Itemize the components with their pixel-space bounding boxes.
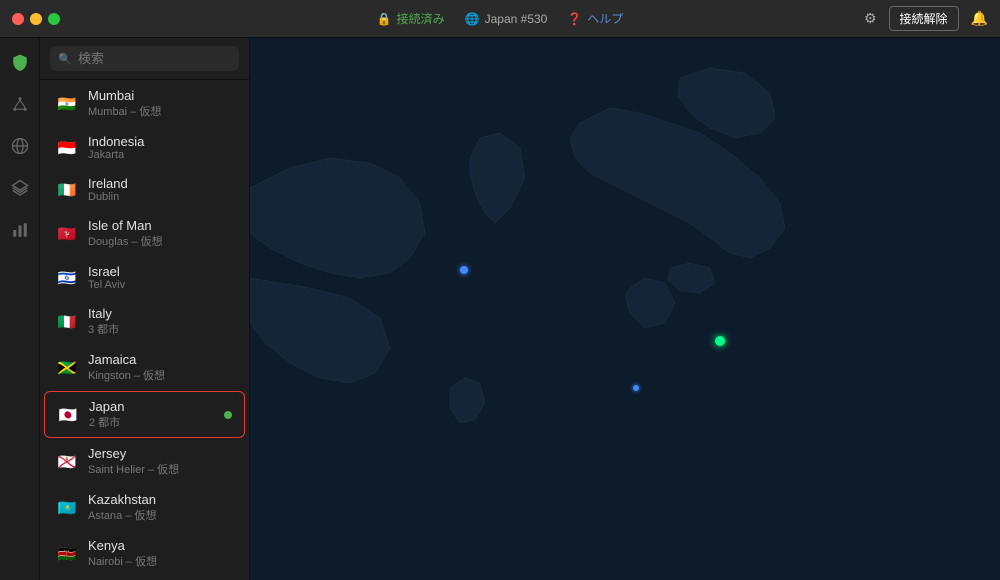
search-bar: [40, 38, 249, 80]
country-item[interactable]: 🇯🇲 Jamaica Kingston – 仮想: [44, 345, 245, 390]
country-sub: Tel Aviv: [88, 279, 233, 291]
map-dot-korea: [460, 266, 468, 274]
country-name: Indonesia: [88, 134, 233, 149]
country-flag: 🇮🇩: [56, 137, 78, 159]
country-info: Japan 2 都市: [89, 399, 214, 430]
sidebar-icons: [0, 38, 40, 580]
country-name: Jersey: [88, 446, 233, 461]
country-item[interactable]: 🇮🇹 Italy 3 都市: [44, 299, 245, 344]
disconnect-button[interactable]: 接続解除: [889, 6, 959, 31]
help-icon: ❓: [567, 12, 582, 26]
country-flag: 🇯🇪: [56, 451, 78, 473]
bell-icon[interactable]: 🔔: [971, 10, 988, 27]
country-name: Israel: [88, 264, 233, 279]
country-flag: 🇯🇲: [56, 357, 78, 379]
country-item[interactable]: 🇮🇩 Indonesia Jakarta: [44, 127, 245, 168]
country-panel: 🇮🇳 Mumbai Mumbai – 仮想 🇮🇩 Indonesia Jakar…: [40, 38, 250, 580]
sidebar-icon-network[interactable]: [6, 90, 34, 118]
country-sub: 2 都市: [89, 414, 214, 430]
country-name: Mumbai: [88, 88, 233, 103]
country-item[interactable]: 🇮🇳 Mumbai Mumbai – 仮想: [44, 81, 245, 126]
minimize-button[interactable]: [30, 13, 42, 25]
connection-status: 🔒 接続済み: [377, 10, 445, 27]
country-flag: 🇮🇹: [56, 311, 78, 333]
connection-status-label: 接続済み: [397, 10, 445, 27]
country-item[interactable]: 🇯🇪 Jersey Saint Helier – 仮想: [44, 439, 245, 484]
country-sub: Douglas – 仮想: [88, 233, 233, 249]
country-flag: 🇰🇪: [56, 543, 78, 565]
sidebar-icon-globe[interactable]: [6, 132, 34, 160]
map-dot-japan-south: [633, 385, 639, 391]
search-wrapper: [50, 46, 239, 71]
country-sub: Jakarta: [88, 149, 233, 161]
map-area: [250, 38, 1000, 580]
sidebar-icon-layers[interactable]: [6, 174, 34, 202]
country-item[interactable]: 🇮🇪 Ireland Dublin: [44, 169, 245, 210]
country-info: Ireland Dublin: [88, 176, 233, 203]
country-flag: 🇯🇵: [57, 404, 79, 426]
country-sub: Saint Helier – 仮想: [88, 461, 233, 477]
country-name: Kenya: [88, 538, 233, 553]
country-item[interactable]: 🇮🇱 Israel Tel Aviv: [44, 257, 245, 298]
maximize-button[interactable]: [48, 13, 60, 25]
country-name: Isle of Man: [88, 218, 233, 233]
country-sub: Mumbai – 仮想: [88, 103, 233, 119]
country-info: Isle of Man Douglas – 仮想: [88, 218, 233, 249]
country-name: Ireland: [88, 176, 233, 191]
connected-dot: [224, 411, 232, 419]
country-sub: Kingston – 仮想: [88, 367, 233, 383]
country-info: Kenya Nairobi – 仮想: [88, 538, 233, 569]
close-button[interactable]: [12, 13, 24, 25]
settings-icon[interactable]: ⚙: [864, 10, 877, 27]
globe-icon: 🌐: [465, 12, 480, 26]
search-input[interactable]: [50, 46, 239, 71]
country-name: Japan: [89, 399, 214, 414]
map-svg: [250, 38, 1000, 580]
country-flag: 🇮🇲: [56, 223, 78, 245]
sidebar-icon-stats[interactable]: [6, 216, 34, 244]
country-sub: 3 都市: [88, 321, 233, 337]
country-info: Jersey Saint Helier – 仮想: [88, 446, 233, 477]
server-name: 🌐 Japan #530: [465, 12, 548, 26]
country-item[interactable]: 🇰🇪 Kenya Nairobi – 仮想: [44, 531, 245, 576]
country-flag: 🇮🇱: [56, 267, 78, 289]
country-sub: Astana – 仮想: [88, 507, 233, 523]
main-content: 🇮🇳 Mumbai Mumbai – 仮想 🇮🇩 Indonesia Jakar…: [0, 38, 1000, 580]
country-info: Italy 3 都市: [88, 306, 233, 337]
country-name: Jamaica: [88, 352, 233, 367]
country-info: Mumbai Mumbai – 仮想: [88, 88, 233, 119]
country-flag: 🇮🇪: [56, 179, 78, 201]
country-flag: 🇰🇿: [56, 497, 78, 519]
country-sub: Nairobi – 仮想: [88, 553, 233, 569]
country-sub: Dublin: [88, 191, 233, 203]
country-info: Kazakhstan Astana – 仮想: [88, 492, 233, 523]
country-info: Indonesia Jakarta: [88, 134, 233, 161]
country-item[interactable]: 🇮🇲 Isle of Man Douglas – 仮想: [44, 211, 245, 256]
titlebar-right: ⚙ 接続解除 🔔: [864, 6, 988, 31]
server-name-label: Japan #530: [485, 12, 548, 26]
titlebar: 🔒 接続済み 🌐 Japan #530 ❓ ヘルプ ⚙ 接続解除 🔔: [0, 0, 1000, 38]
country-item[interactable]: 🇯🇵 Japan 2 都市: [44, 391, 245, 438]
country-name: Kazakhstan: [88, 492, 233, 507]
traffic-lights: [12, 13, 60, 25]
help-button[interactable]: ❓ ヘルプ: [567, 10, 623, 27]
lock-icon: 🔒: [377, 12, 392, 26]
titlebar-center: 🔒 接続済み 🌐 Japan #530 ❓ ヘルプ: [377, 10, 624, 27]
country-item[interactable]: 🇰🇿 Kazakhstan Astana – 仮想: [44, 485, 245, 530]
sidebar-icon-shield[interactable]: [6, 48, 34, 76]
country-flag: 🇮🇳: [56, 93, 78, 115]
country-list: 🇮🇳 Mumbai Mumbai – 仮想 🇮🇩 Indonesia Jakar…: [40, 80, 249, 580]
help-label: ヘルプ: [587, 10, 623, 27]
country-info: Israel Tel Aviv: [88, 264, 233, 291]
country-name: Italy: [88, 306, 233, 321]
country-info: Jamaica Kingston – 仮想: [88, 352, 233, 383]
